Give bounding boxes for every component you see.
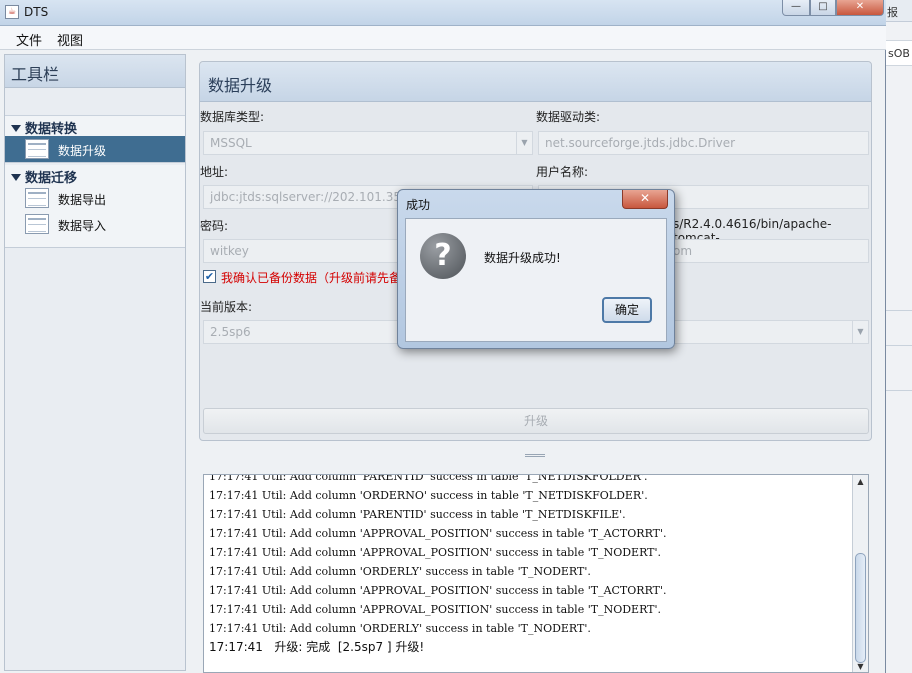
log-line: 17:17:41 Util: Add column 'ORDERLY' succ… [209,622,591,635]
document-icon [25,214,49,234]
group-label: 数据转换 [25,122,78,137]
split-pane-divider[interactable] [189,449,884,461]
upgrade-button[interactable]: 升级 [203,408,869,434]
driver-field[interactable]: net.sourceforge.jtds.jdbc.Driver [538,131,869,155]
dialog-close-button[interactable]: ✕ [622,190,668,209]
db-type-value: MSSQL [210,136,252,150]
log-line: 17:17:41 Util: Add column 'PARENTID' suc… [209,474,648,483]
java-app-icon: ☕ [5,5,19,19]
version-label: 当前版本: [200,300,253,314]
dialog-message: 数据升级成功! [484,251,561,265]
log-lines: 17:17:41 Util: Add column 'PARENTID' suc… [209,474,849,657]
chevron-down-icon: ▼ [852,321,868,343]
backup-confirm-checkbox[interactable]: ✔ [203,270,216,283]
db-type-label: 数据库类型: [200,110,265,124]
menu-view[interactable]: 视图 [57,30,83,49]
log-line: 17:17:41 Util: Add column 'APPROVAL_POSI… [209,584,667,597]
dialog-body: ? 数据升级成功! 确定 [405,218,667,342]
background-divider [885,390,912,391]
panel-title: 数据升级 [200,62,871,102]
question-icon: ? [420,233,466,279]
db-type-select[interactable]: MSSQL ▼ [203,131,533,155]
scroll-down-icon[interactable]: ▼ [853,660,868,672]
scrollbar-thumb[interactable] [855,553,866,663]
sidebar-item-data-export[interactable]: 数据导出 [5,185,185,211]
password-label: 密码: [200,219,229,233]
sidebar-toolbar: 工具栏 数据转换 数据升级 数据迁移 数据导出 数据导入 [4,54,186,671]
success-dialog: 成功 ✕ ? 数据升级成功! 确定 [397,189,675,349]
background-divider [885,345,912,346]
log-output[interactable]: 17:17:41 Util: Add column 'PARENTID' suc… [203,474,869,673]
document-icon [25,139,49,159]
sidebar-item-label: 数据升级 [58,144,107,158]
driver-label: 数据驱动类: [536,110,601,124]
document-icon [25,188,49,208]
log-line: 17:17:41 Util: Add column 'PARENTID' suc… [209,508,626,521]
log-line: 17:17:41 Util: Add column 'APPROVAL_POSI… [209,527,667,540]
sidebar-group-convert: 数据转换 数据升级 [5,116,185,163]
sidebar-item-label: 数据导出 [58,193,107,207]
menu-bar: 文件 视图 [0,26,886,50]
sidebar-spacer [5,88,185,116]
version-value: 2.5sp6 [210,325,251,339]
window-title: DTS [24,5,49,19]
log-line: 17:17:41 Util: Add column 'APPROVAL_POSI… [209,603,662,616]
log-line: 17:17:41 Util: Add column 'ORDERNO' succ… [209,489,648,502]
expand-triangle-icon [11,125,21,132]
background-tab[interactable]: 报 [885,0,912,22]
log-line: 17:17:41 Util: Add column 'ORDERLY' succ… [209,565,591,578]
title-bar[interactable]: ☕ DTS — □ ✕ [0,0,886,26]
sidebar-item-data-import[interactable]: 数据导入 [5,211,185,237]
group-label: 数据迁移 [25,171,78,186]
log-line-final: 17:17:41 升级: 完成 [2.5sp7 ] 升级! [209,640,425,654]
ok-button[interactable]: 确定 [602,297,652,323]
drag-handle-icon [525,454,545,457]
expand-triangle-icon [11,174,21,181]
dialog-title: 成功 [406,198,431,212]
address-label: 地址: [200,165,229,179]
menu-file[interactable]: 文件 [16,30,42,49]
log-scrollbar[interactable]: ▲ ▼ [852,475,868,672]
log-line: 17:17:41 Util: Add column 'APPROVAL_POSI… [209,546,662,559]
sidebar-item-data-upgrade[interactable]: 数据升级 [5,136,185,162]
sidebar-item-label: 数据导入 [58,219,107,233]
background-panel-label: sOB [885,40,912,66]
group-header-migrate[interactable]: 数据迁移 [5,165,185,186]
scroll-up-icon[interactable]: ▲ [853,475,868,489]
sidebar-title: 工具栏 [5,55,185,88]
sidebar-group-migrate: 数据迁移 数据导出 数据导入 [5,165,185,248]
close-button[interactable]: ✕ [836,0,884,16]
background-divider [885,310,912,311]
chevron-down-icon: ▼ [516,132,532,154]
minimize-button[interactable]: — [782,0,810,16]
username-label: 用户名称: [536,165,589,179]
maximize-button[interactable]: □ [810,0,836,16]
background-app-window: 报 sOB [884,0,912,673]
group-header-convert[interactable]: 数据转换 [5,116,185,137]
backup-confirm-label: 我确认已备份数据（升级前请先备 [221,271,402,285]
